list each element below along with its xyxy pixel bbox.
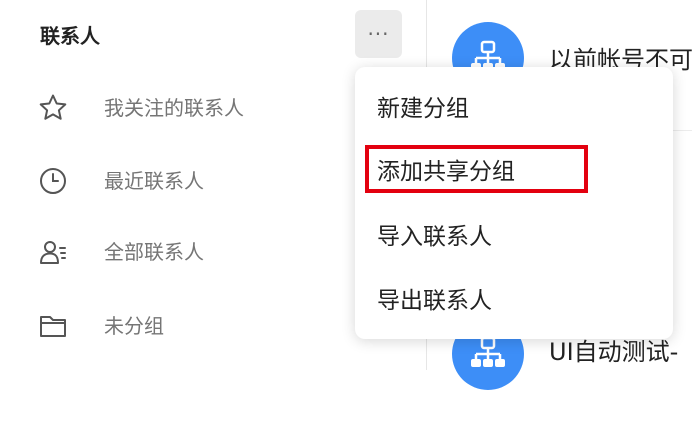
nav-item-label: 最近联系人: [104, 169, 204, 193]
clock-icon: [40, 168, 66, 194]
folder-icon: [40, 316, 66, 337]
sidebar-title: 联系人: [40, 24, 100, 48]
contacts-list-icon: [40, 241, 66, 264]
star-icon: [39, 94, 67, 120]
menu-item-export-contacts[interactable]: 导出联系人: [377, 281, 492, 315]
highlight-box: [365, 145, 588, 193]
nav-item-recent-contacts[interactable]: 最近联系人: [0, 157, 340, 197]
org-chart-icon: [471, 336, 505, 367]
nav-item-starred-contacts[interactable]: 我关注的联系人: [0, 84, 340, 124]
nav-item-ungrouped[interactable]: 未分组: [0, 302, 340, 342]
menu-item-new-group[interactable]: 新建分组: [377, 89, 469, 123]
nav-item-label: 全部联系人: [104, 240, 204, 264]
nav-item-all-contacts[interactable]: 全部联系人: [0, 228, 340, 268]
menu-item-import-contacts[interactable]: 导入联系人: [377, 217, 492, 251]
more-options-menu: 新建分组 添加共享分组 导入联系人 导出联系人: [355, 67, 673, 339]
nav-item-label: 未分组: [104, 314, 164, 338]
nav-item-label: 我关注的联系人: [104, 96, 244, 120]
ellipsis-icon: ···: [367, 22, 390, 46]
more-options-button[interactable]: ···: [355, 10, 402, 58]
